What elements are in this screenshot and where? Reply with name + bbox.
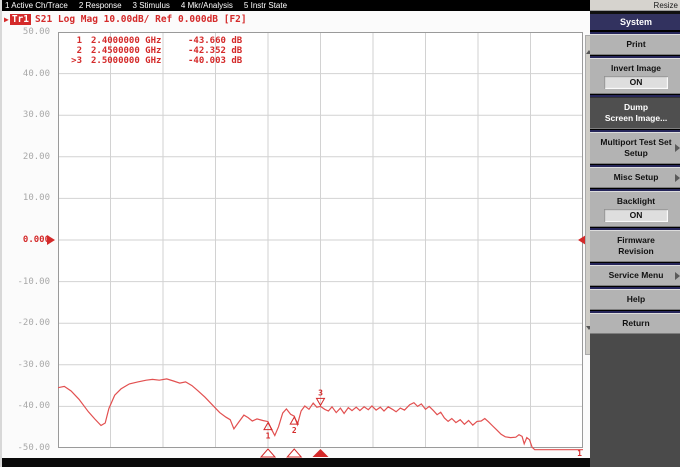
softkey-backlight-state[interactable]: ON xyxy=(604,209,668,222)
trace-badge: Tr1 xyxy=(10,14,31,25)
menu-bar: 1 Active Ch/Trace 2 Response 3 Stimulus 4 M… xyxy=(2,0,590,11)
marker-readout: 12.4000000 GHz-43.660 dB22.4500000 GHz-4… xyxy=(66,36,242,66)
softkey-backlight[interactable]: BacklightON xyxy=(590,191,680,227)
y-axis-label: 10.00 xyxy=(2,193,50,203)
y-axis-label: -10.00 xyxy=(2,277,50,287)
softkey-multiport-test-set[interactable]: Multiport Test SetSetup xyxy=(590,132,680,164)
bottom-status-bar xyxy=(2,458,590,467)
softkey-invert-image[interactable]: Invert ImageON xyxy=(590,58,680,94)
softkey-service-menu[interactable]: Service Menu xyxy=(590,265,680,286)
submenu-arrow-icon xyxy=(675,174,680,182)
marker-1-stimulus-icon xyxy=(261,449,275,457)
vna-screen: 1 Active Ch/Trace 2 Response 3 Stimulus 4 M… xyxy=(0,0,680,467)
softkey-invert-image-state[interactable]: ON xyxy=(604,76,668,89)
trace-status-line: ▶ Tr1 S21 Log Mag 10.00dB/ Ref 0.000dB [… xyxy=(4,13,247,25)
submenu-arrow-icon xyxy=(675,272,680,280)
graticule-plot: 1 2 3 1 xyxy=(58,32,583,458)
menu-item-2[interactable]: 2 Response xyxy=(79,1,122,10)
resize-label: Resize xyxy=(654,1,678,10)
marker-readout-row: 22.4500000 GHz-42.352 dB xyxy=(66,46,242,56)
softkey-misc-setup[interactable]: Misc Setup xyxy=(590,167,680,188)
menu-item-5[interactable]: 5 Instr State xyxy=(244,1,287,10)
marker-2-stimulus-icon xyxy=(287,449,301,457)
svg-text:2: 2 xyxy=(292,426,297,435)
svg-text:3: 3 xyxy=(318,388,323,397)
trace-status-text: S21 Log Mag 10.00dB/ Ref 0.000dB [F2] xyxy=(35,14,247,25)
y-axis-label: 0.000 xyxy=(2,235,50,245)
softkey-print[interactable]: Print xyxy=(590,34,680,55)
softkey-menu: System Print Invert ImageONDumpScreen Ima… xyxy=(590,11,680,467)
marker-readout-row: >32.5000000 GHz-40.003 dB xyxy=(66,56,242,66)
submenu-arrow-icon xyxy=(675,144,680,152)
y-axis-label: 40.00 xyxy=(2,69,50,79)
y-axis-label: -30.00 xyxy=(2,360,50,370)
trace-active-arrow-icon: ▶ xyxy=(4,15,9,24)
y-axis-label: -50.00 xyxy=(2,443,50,453)
resize-button[interactable]: Resize xyxy=(590,0,680,11)
softkey-menu-title: System xyxy=(590,14,680,31)
softkey-filler xyxy=(590,334,680,467)
softkey-help[interactable]: Help xyxy=(590,289,680,310)
softkey-firmware-revision[interactable]: FirmwareRevision xyxy=(590,230,680,262)
ref-level-arrow-left-icon xyxy=(47,235,55,245)
menu-item-4[interactable]: 4 Mkr/Analysis xyxy=(181,1,233,10)
y-axis-label: 30.00 xyxy=(2,110,50,120)
menu-item-3[interactable]: 3 Stimulus xyxy=(133,1,170,10)
y-axis-label: 20.00 xyxy=(2,152,50,162)
y-axis-label: -40.00 xyxy=(2,401,50,411)
y-axis-label: -20.00 xyxy=(2,318,50,328)
softkey-dump-screen-image[interactable]: DumpScreen Image... xyxy=(590,97,680,129)
trace-end-number: 1 xyxy=(577,449,582,458)
softkey-return[interactable]: Return xyxy=(590,313,680,334)
svg-text:1: 1 xyxy=(266,432,271,441)
marker-3-stimulus-icon xyxy=(313,449,329,457)
plot-region: ▶ Tr1 S21 Log Mag 10.00dB/ Ref 0.000dB [… xyxy=(2,11,590,458)
marker-readout-row: 12.4000000 GHz-43.660 dB xyxy=(66,36,242,46)
menu-item-1[interactable]: 1 Active Ch/Trace xyxy=(5,1,68,10)
y-axis-label: 50.00 xyxy=(2,27,50,37)
